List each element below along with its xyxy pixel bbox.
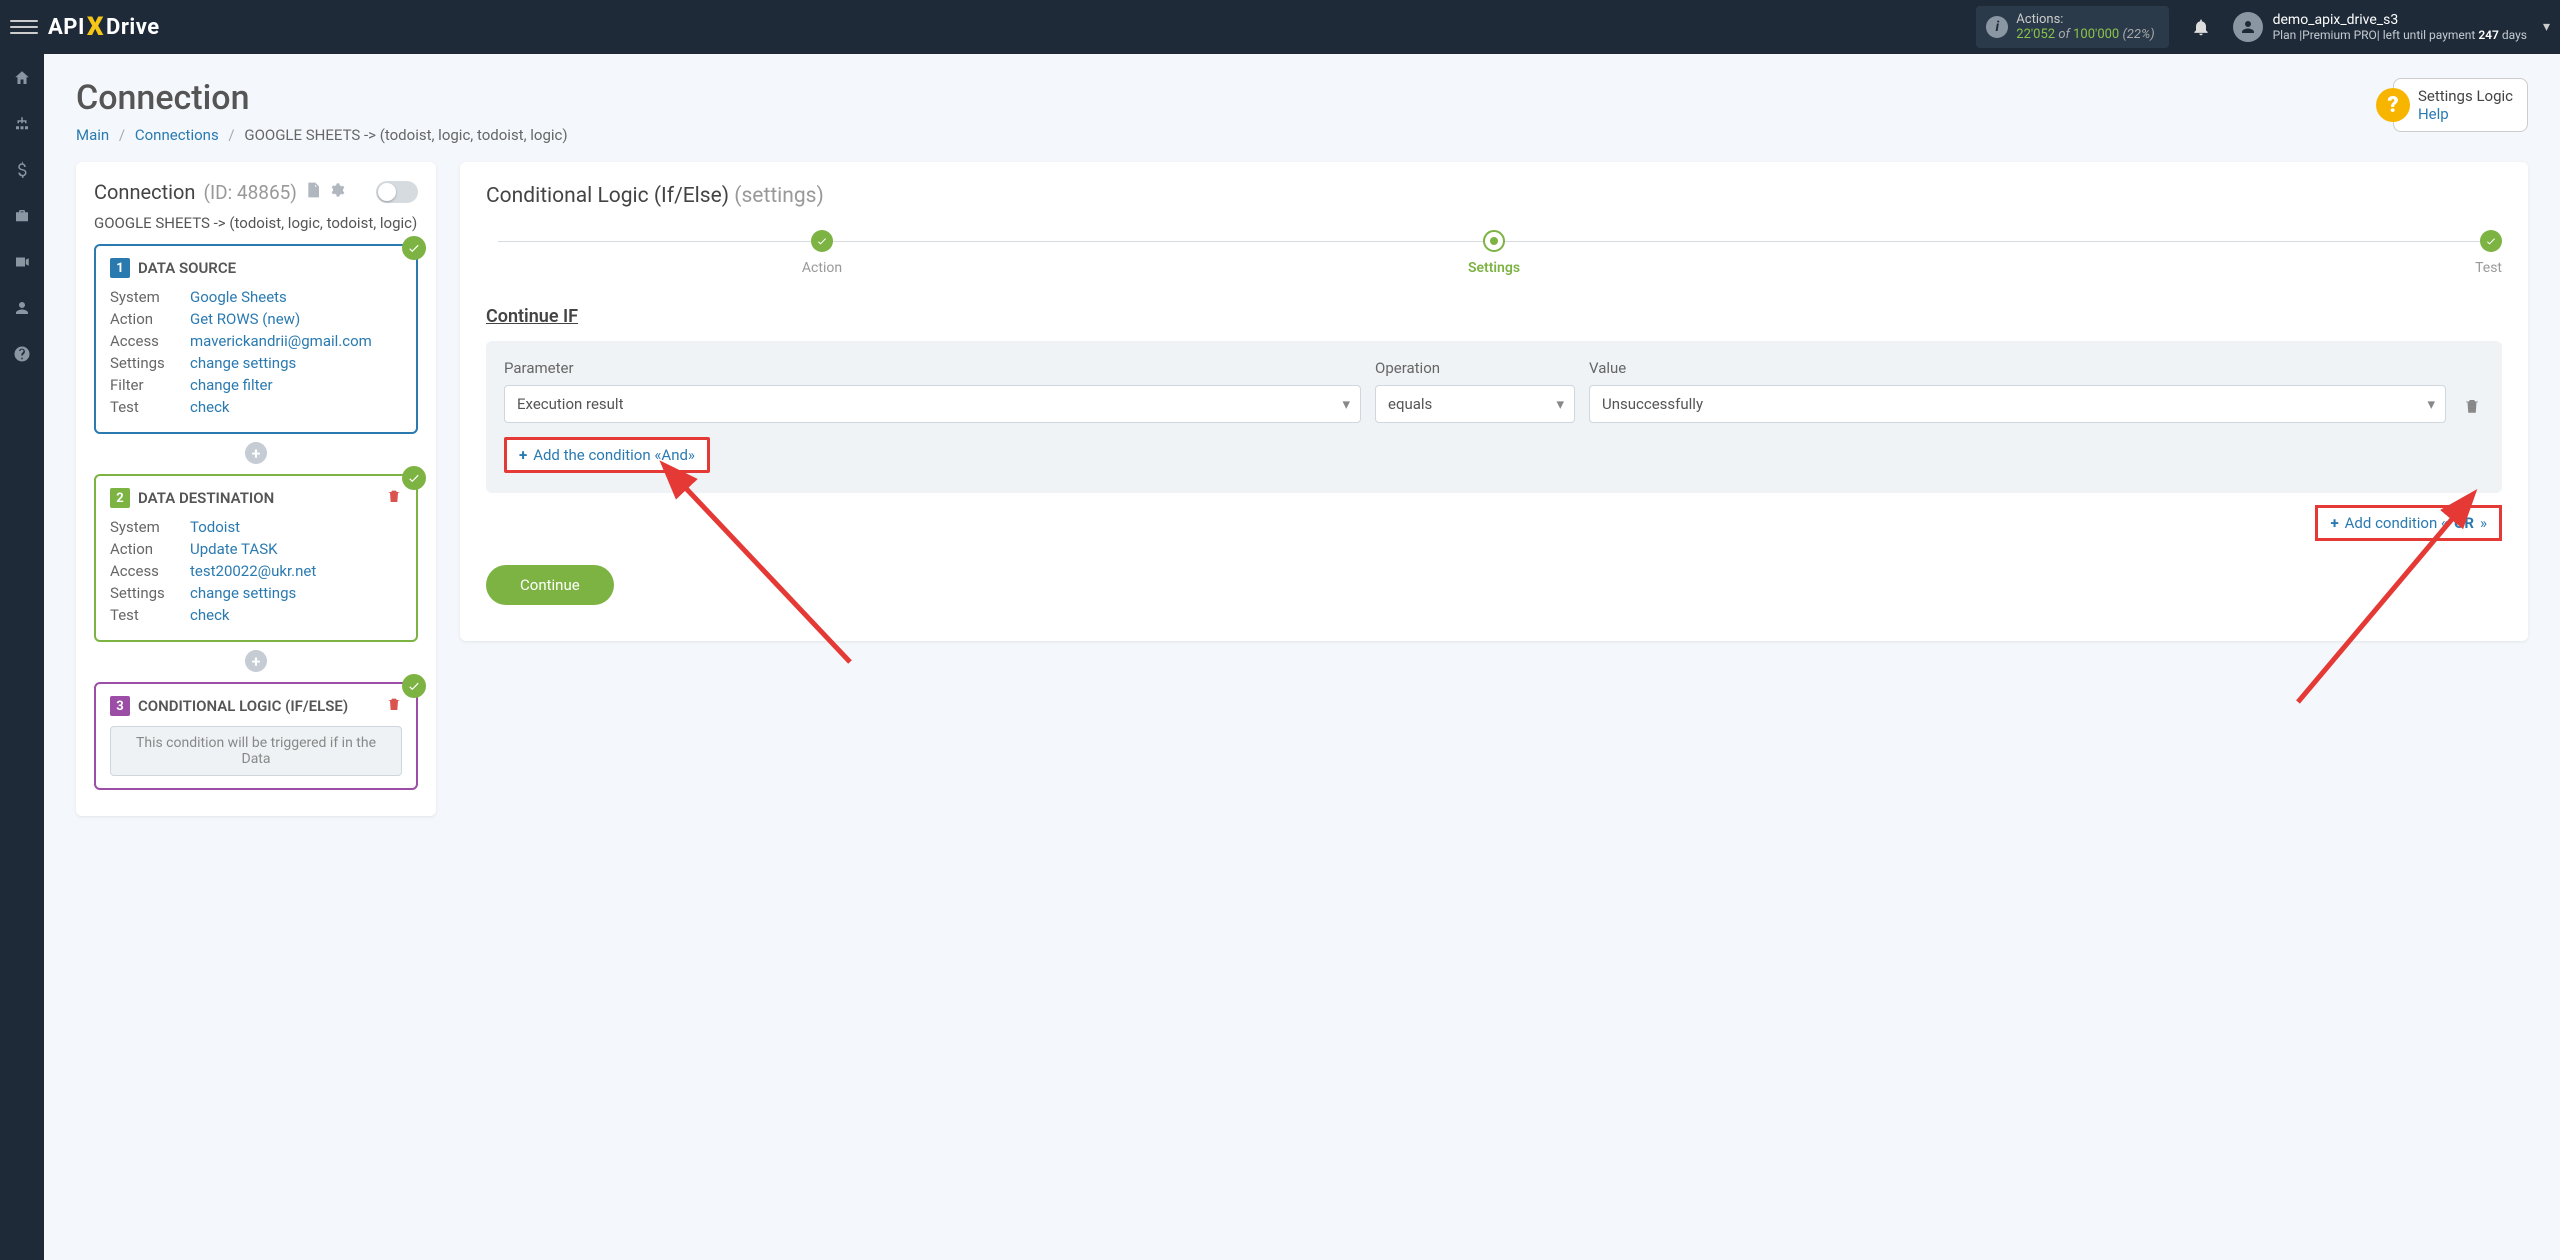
check-icon [402,236,426,260]
actions-label: Actions: [2016,12,2154,27]
side-subtitle: GOOGLE SHEETS -> (todoist, logic, todois… [94,214,418,232]
chevron-down-icon: ▾ [1556,395,1564,413]
check-icon [402,466,426,490]
main-title: Conditional Logic (If/Else) (settings) [486,184,2502,208]
condition-block: Parameter Execution result▾ Operation eq… [486,341,2502,493]
breadcrumb: Main / Connections / GOOGLE SHEETS -> (t… [76,126,568,144]
user-menu[interactable]: demo_apix_drive_s3 Plan |Premium PRO| le… [2233,12,2550,42]
side-title: Connection [94,180,195,204]
check-icon [402,674,426,698]
delete-destination[interactable] [386,488,402,508]
chevron-down-icon: ▾ [1342,395,1350,413]
breadcrumb-current: GOOGLE SHEETS -> (todoist, logic, todois… [244,126,567,144]
gear-icon[interactable] [329,182,345,202]
page-title: Connection [76,78,568,118]
continue-button[interactable]: Continue [486,565,614,605]
breadcrumb-connections[interactable]: Connections [135,126,219,144]
main-panel: Conditional Logic (If/Else) (settings) A… [460,162,2528,641]
select-value[interactable]: Unsuccessfully▾ [1589,385,2446,423]
actions-pct: (22%) [2122,27,2154,42]
logic-note: This condition will be triggered if in t… [110,726,402,776]
select-parameter[interactable]: Execution result▾ [504,385,1361,423]
bell-icon[interactable] [2189,15,2213,39]
add-between-2[interactable]: + [245,650,267,672]
question-icon: ? [2376,88,2410,122]
user-plan: Plan |Premium PRO| left until payment 24… [2273,28,2527,42]
card-conditional-logic: 3CONDITIONAL LOGIC (IF/ELSE) This condit… [94,682,418,790]
actions-total: 100'000 [2073,27,2119,42]
card-data-source: 1DATA SOURCE SystemGoogle Sheets ActionG… [94,244,418,434]
logo-api: API [48,15,85,40]
info-icon: i [1986,16,2008,38]
annotation-arrow-and [650,462,870,686]
stepper: Action Settings Test [486,230,2502,276]
logo-x: X [85,12,106,42]
actions-of: of [2058,27,2073,42]
logo[interactable]: API X Drive [48,12,160,42]
user-icon[interactable] [10,296,34,320]
home-icon[interactable] [10,66,34,90]
step-action[interactable]: Action [486,230,1158,276]
card-data-destination: 2DATA DESTINATION SystemTodoist ActionUp… [94,474,418,642]
delete-condition[interactable] [2460,397,2484,423]
avatar-icon [2233,12,2263,42]
label-value: Value [1589,359,2446,377]
step-test[interactable]: Test [1830,230,2502,276]
document-icon[interactable] [305,182,321,202]
section-continue-if: Continue IF [486,306,2502,327]
help-icon[interactable] [10,342,34,366]
side-panel: Connection (ID: 48865) GOOGLE SHEETS -> … [76,162,436,816]
actions-counter[interactable]: i Actions: 22'052 of 100'000 (22%) [1976,6,2168,48]
topbar: API X Drive i Actions: 22'052 of 100'000… [0,0,2560,54]
chevron-down-icon: ▾ [2543,19,2550,35]
menu-toggle[interactable] [10,13,38,41]
connection-toggle[interactable] [376,181,418,203]
add-between-1[interactable]: + [245,442,267,464]
select-operation[interactable]: equals▾ [1375,385,1575,423]
label-parameter: Parameter [504,359,1361,377]
briefcase-icon[interactable] [10,204,34,228]
chevron-down-icon: ▾ [2427,395,2435,413]
side-id: (ID: 48865) [203,181,296,204]
help-box: ? Settings Logic Help [2393,78,2528,132]
left-nav [0,54,44,1260]
add-and-button[interactable]: +Add the condition «And» [504,437,710,473]
video-icon[interactable] [10,250,34,274]
label-operation: Operation [1375,359,1575,377]
help-title: Settings Logic [2418,87,2513,105]
sitemap-icon[interactable] [10,112,34,136]
user-name: demo_apix_drive_s3 [2273,12,2527,28]
breadcrumb-main[interactable]: Main [76,126,109,144]
actions-used: 22'052 [2016,27,2055,42]
help-link[interactable]: Help [2418,105,2513,123]
page: Connection Main / Connections / GOOGLE S… [44,54,2560,840]
delete-logic[interactable] [386,696,402,716]
dollar-icon[interactable] [10,158,34,182]
logo-drive: Drive [106,15,160,40]
step-settings[interactable]: Settings [1158,230,1830,276]
add-or-button[interactable]: +Add condition «OR» [2315,505,2502,541]
